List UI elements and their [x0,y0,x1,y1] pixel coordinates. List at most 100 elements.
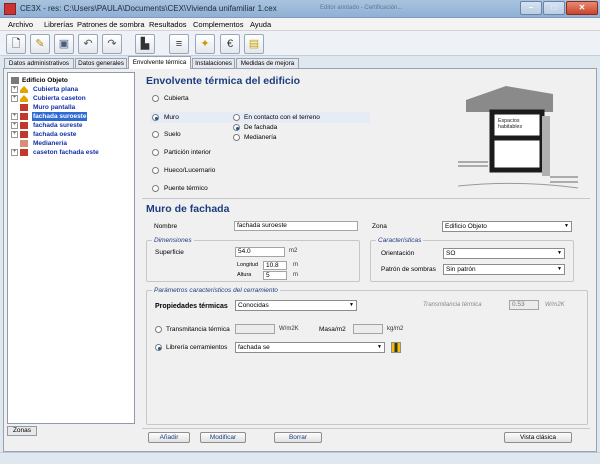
report-button[interactable]: ▤ [244,34,264,54]
zonas-button[interactable]: Zonas [7,426,37,436]
radio-medianeria[interactable] [233,134,240,141]
diagram-label: Espacios habitables [498,118,523,130]
building-button[interactable]: ▙ [135,34,155,54]
library-icon[interactable] [391,342,401,353]
anadir-button[interactable]: Añadir [148,432,190,443]
radio-hueco[interactable] [152,167,159,174]
subtype-option-terreno[interactable]: En contacto con el terreno [233,113,363,123]
longitud-unit: m [293,262,298,268]
orientacion-select[interactable]: SO ▼ [443,248,565,259]
transmitancia-input[interactable] [235,324,275,334]
redo-icon: ↷ [107,38,117,50]
tree-item-label: Cubierta plana [33,86,79,93]
tree-item-caseton-fachada-este[interactable]: + caseton fachada este [8,148,134,157]
type-option-puente-termico[interactable]: Puente térmico [152,184,242,194]
close-button[interactable]: ✕ [566,1,598,15]
wall-icon [20,149,28,156]
zona-select[interactable]: Edificio Objeto ▼ [442,221,572,232]
type-option-particion-interior[interactable]: Partición interior [152,148,242,158]
tab-envolvente-termica[interactable]: Envolvente térmica [128,56,191,69]
altura-input[interactable]: 5 [263,271,287,280]
radio-muro[interactable] [152,114,159,121]
tab-datos-generales[interactable]: Datos generales [75,58,127,68]
subtype-label: Medianería [244,134,277,141]
tree-item-edificio-objeto[interactable]: Edificio Objeto [8,76,134,85]
vista-clasica-button[interactable]: Vista clásica [504,432,572,443]
tree-item-fachada-oeste[interactable]: + fachada oeste [8,130,134,139]
redo-button[interactable]: ↷ [102,34,122,54]
open-button[interactable]: ✎ [30,34,50,54]
wall-icon [20,104,28,111]
menu-librerias[interactable]: Librerías [42,18,75,31]
propiedades-select[interactable]: Conocidas ▼ [235,300,357,311]
type-option-cubierta[interactable]: Cubierta [152,94,242,104]
roof-icon [20,95,28,102]
layers-button[interactable]: ≡ [169,34,189,54]
undo-button[interactable]: ↶ [78,34,98,54]
subtype-option-fachada[interactable]: De fachada [233,123,363,133]
wand-icon: ✦ [200,38,210,50]
expand-icon[interactable]: + [11,86,18,93]
radio-puente-termico[interactable] [152,185,159,192]
nombre-input[interactable]: fachada suroeste [234,221,358,231]
longitud-input[interactable]: 10.8 [263,261,287,270]
subtype-label: De fachada [244,124,278,131]
envelope-tree[interactable]: Edificio Objeto + Cubierta plana + Cubie… [7,72,135,424]
radio-transmitancia[interactable] [155,326,162,333]
maximize-button[interactable]: □ [543,1,565,15]
close-icon: ✕ [578,3,586,12]
tree-item-fachada-suroeste[interactable]: + fachada suroeste [8,112,134,121]
tree-item-label: fachada sureste [33,122,83,129]
new-button[interactable]: 🗋 [6,34,26,54]
patron-label: Patrón de sombras [381,266,436,273]
building-section-diagram [458,82,578,192]
expand-icon[interactable]: + [11,122,18,129]
roof-icon [20,86,28,93]
subtype-option-medianeria[interactable]: Medianería [233,133,363,143]
tab-instalaciones[interactable]: Instalaciones [192,58,235,68]
superficie-input[interactable]: 54.0 [235,247,285,257]
type-option-suelo[interactable]: Suelo [152,130,242,140]
save-icon: ▣ [58,38,70,50]
masa-input[interactable] [353,324,383,334]
borrar-button[interactable]: Borrar [274,432,322,443]
modificar-button[interactable]: Modificar [200,432,246,443]
dimensiones-group: Dimensiones Superficie 54.0 m2 Longitud … [146,236,360,282]
orientacion-label: Orientación [381,250,415,257]
parametros-title: Parámetros característicos del cerramien… [152,286,280,295]
tree-item-muro-pantalla[interactable]: Muro pantalla [8,103,134,112]
envolvente-title: Envolvente térmica del edificio [146,75,301,87]
longitud-label: Longitud [237,262,259,268]
expand-icon[interactable]: + [11,131,18,138]
orientacion-value: SO [446,250,456,257]
menu-resultados[interactable]: Resultados [147,18,189,31]
menu-archivo[interactable]: Archivo [6,18,35,31]
patron-select[interactable]: Sin patrón ▼ [443,264,565,275]
radio-fachada[interactable] [233,124,240,131]
radio-libreria[interactable] [155,344,162,351]
radio-suelo[interactable] [152,131,159,138]
tree-item-cubierta-caseton[interactable]: + Cubierta caseton [8,94,134,103]
tree-item-cubierta-plana[interactable]: + Cubierta plana [8,85,134,94]
undo-icon: ↶ [83,38,93,50]
menu-ayuda[interactable]: Ayuda [248,18,273,31]
expand-icon[interactable]: + [11,95,18,102]
new-icon: 🗋 [11,38,21,50]
tab-datos-administrativos[interactable]: Datos administrativos [4,58,74,68]
libreria-select[interactable]: fachada se ▼ [235,342,385,353]
menu-complementos[interactable]: Complementos [191,18,245,31]
radio-particion-interior[interactable] [152,149,159,156]
tab-medidas-de-mejora[interactable]: Medidas de mejora [236,58,299,68]
wand-button[interactable]: ✦ [195,34,215,54]
menu-patrones-de-sombra[interactable]: Patrones de sombra [75,18,147,31]
radio-terreno[interactable] [233,114,240,121]
tree-item-medianeria[interactable]: Medianería [8,139,134,148]
minimize-button[interactable]: – [520,1,542,15]
expand-icon[interactable]: + [11,149,18,156]
save-button[interactable]: ▣ [54,34,74,54]
euro-button[interactable]: € [220,34,240,54]
radio-cubierta[interactable] [152,95,159,102]
type-option-hueco[interactable]: Hueco/Lucernario [152,166,242,176]
expand-icon[interactable]: + [11,113,18,120]
tree-item-fachada-sureste[interactable]: + fachada sureste [8,121,134,130]
